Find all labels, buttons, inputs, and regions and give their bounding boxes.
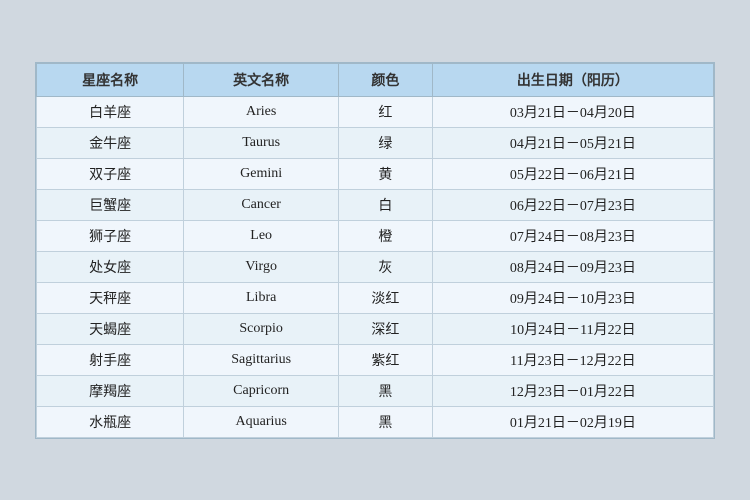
table-cell: Cancer	[184, 189, 339, 220]
table-row: 天蝎座Scorpio深红10月24日－11月22日	[37, 313, 714, 344]
table-cell: 01月21日－02月19日	[432, 406, 713, 437]
table-cell: 巨蟹座	[37, 189, 184, 220]
zodiac-table: 星座名称英文名称颜色出生日期（阳历） 白羊座Aries红03月21日－04月20…	[36, 63, 714, 438]
table-cell: 水瓶座	[37, 406, 184, 437]
table-cell: 紫红	[339, 344, 433, 375]
table-cell: 处女座	[37, 251, 184, 282]
table-cell: Gemini	[184, 158, 339, 189]
table-cell: 射手座	[37, 344, 184, 375]
table-header-row: 星座名称英文名称颜色出生日期（阳历）	[37, 63, 714, 96]
zodiac-table-container: 星座名称英文名称颜色出生日期（阳历） 白羊座Aries红03月21日－04月20…	[35, 62, 715, 439]
table-cell: Leo	[184, 220, 339, 251]
table-cell: 04月21日－05月21日	[432, 127, 713, 158]
table-cell: Aquarius	[184, 406, 339, 437]
table-header-cell: 颜色	[339, 63, 433, 96]
table-cell: 狮子座	[37, 220, 184, 251]
table-cell: 红	[339, 96, 433, 127]
table-cell: 07月24日－08月23日	[432, 220, 713, 251]
table-cell: 白	[339, 189, 433, 220]
table-cell: 灰	[339, 251, 433, 282]
table-cell: Sagittarius	[184, 344, 339, 375]
table-cell: 05月22日－06月21日	[432, 158, 713, 189]
table-row: 白羊座Aries红03月21日－04月20日	[37, 96, 714, 127]
table-cell: 天蝎座	[37, 313, 184, 344]
table-row: 摩羯座Capricorn黑12月23日－01月22日	[37, 375, 714, 406]
table-row: 射手座Sagittarius紫红11月23日－12月22日	[37, 344, 714, 375]
table-header-cell: 星座名称	[37, 63, 184, 96]
table-cell: Aries	[184, 96, 339, 127]
table-row: 双子座Gemini黄05月22日－06月21日	[37, 158, 714, 189]
table-row: 水瓶座Aquarius黑01月21日－02月19日	[37, 406, 714, 437]
table-cell: 黄	[339, 158, 433, 189]
table-cell: 09月24日－10月23日	[432, 282, 713, 313]
table-cell: Taurus	[184, 127, 339, 158]
table-cell: 绿	[339, 127, 433, 158]
table-cell: Libra	[184, 282, 339, 313]
table-cell: 白羊座	[37, 96, 184, 127]
table-cell: Scorpio	[184, 313, 339, 344]
table-header-cell: 英文名称	[184, 63, 339, 96]
table-body: 白羊座Aries红03月21日－04月20日金牛座Taurus绿04月21日－0…	[37, 96, 714, 437]
table-cell: 黑	[339, 375, 433, 406]
table-row: 巨蟹座Cancer白06月22日－07月23日	[37, 189, 714, 220]
table-cell: 金牛座	[37, 127, 184, 158]
table-cell: 双子座	[37, 158, 184, 189]
table-cell: 12月23日－01月22日	[432, 375, 713, 406]
table-cell: 深红	[339, 313, 433, 344]
table-cell: 黑	[339, 406, 433, 437]
table-cell: 06月22日－07月23日	[432, 189, 713, 220]
table-cell: 摩羯座	[37, 375, 184, 406]
table-row: 处女座Virgo灰08月24日－09月23日	[37, 251, 714, 282]
table-cell: 10月24日－11月22日	[432, 313, 713, 344]
table-cell: 08月24日－09月23日	[432, 251, 713, 282]
table-cell: 03月21日－04月20日	[432, 96, 713, 127]
table-header-cell: 出生日期（阳历）	[432, 63, 713, 96]
table-cell: Virgo	[184, 251, 339, 282]
table-cell: Capricorn	[184, 375, 339, 406]
table-row: 狮子座Leo橙07月24日－08月23日	[37, 220, 714, 251]
table-cell: 淡红	[339, 282, 433, 313]
table-row: 天秤座Libra淡红09月24日－10月23日	[37, 282, 714, 313]
table-cell: 11月23日－12月22日	[432, 344, 713, 375]
table-cell: 橙	[339, 220, 433, 251]
table-row: 金牛座Taurus绿04月21日－05月21日	[37, 127, 714, 158]
table-cell: 天秤座	[37, 282, 184, 313]
